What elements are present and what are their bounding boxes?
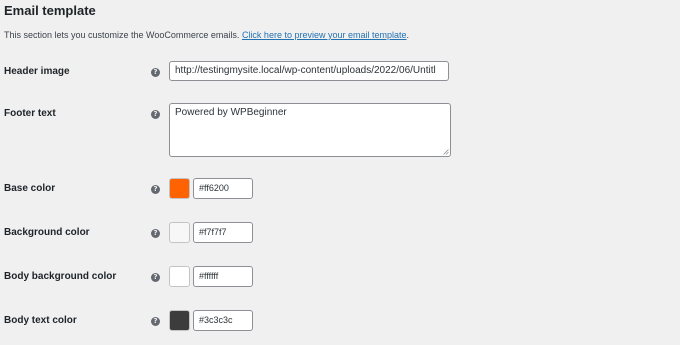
footer-text-textarea[interactable]: Powered by WPBeginner bbox=[169, 103, 451, 157]
help-icon[interactable]: ? bbox=[151, 317, 160, 326]
header-image-input[interactable]: http://testingmysite.local/wp-content/up… bbox=[169, 61, 449, 81]
help-icon[interactable]: ? bbox=[151, 68, 160, 77]
base-color-swatch[interactable] bbox=[169, 178, 190, 199]
body-text-color-label: Body text color bbox=[4, 315, 77, 326]
footer-text-value: Powered by WPBeginner bbox=[175, 107, 287, 118]
background-color-swatch[interactable] bbox=[169, 222, 190, 243]
description-period: . bbox=[406, 30, 410, 40]
description-text: This section lets you customize the WooC… bbox=[4, 30, 240, 40]
body-background-color-swatch[interactable] bbox=[169, 266, 190, 287]
body-background-color-input[interactable]: #ffffff bbox=[193, 266, 253, 287]
resize-handle-icon[interactable] bbox=[443, 149, 449, 155]
help-icon[interactable]: ? bbox=[151, 110, 160, 119]
body-text-color-swatch[interactable] bbox=[169, 310, 190, 331]
body-text-color-input[interactable]: #3c3c3c bbox=[193, 310, 253, 331]
background-color-input[interactable]: #f7f7f7 bbox=[193, 222, 253, 243]
preview-email-template-link[interactable]: Click here to preview your email templat… bbox=[242, 30, 407, 40]
help-icon[interactable]: ? bbox=[151, 185, 160, 194]
background-color-label: Background color bbox=[4, 227, 90, 238]
body-background-color-label: Body background color bbox=[4, 271, 117, 282]
base-color-label: Base color bbox=[4, 183, 56, 194]
section-title: Email template bbox=[4, 3, 96, 18]
help-icon[interactable]: ? bbox=[151, 229, 160, 238]
help-icon[interactable]: ? bbox=[151, 273, 160, 282]
footer-text-label: Footer text bbox=[4, 108, 56, 119]
base-color-input[interactable]: #ff6200 bbox=[193, 178, 253, 199]
header-image-label: Header image bbox=[4, 66, 70, 77]
section-description: This section lets you customize the WooC… bbox=[4, 30, 409, 40]
